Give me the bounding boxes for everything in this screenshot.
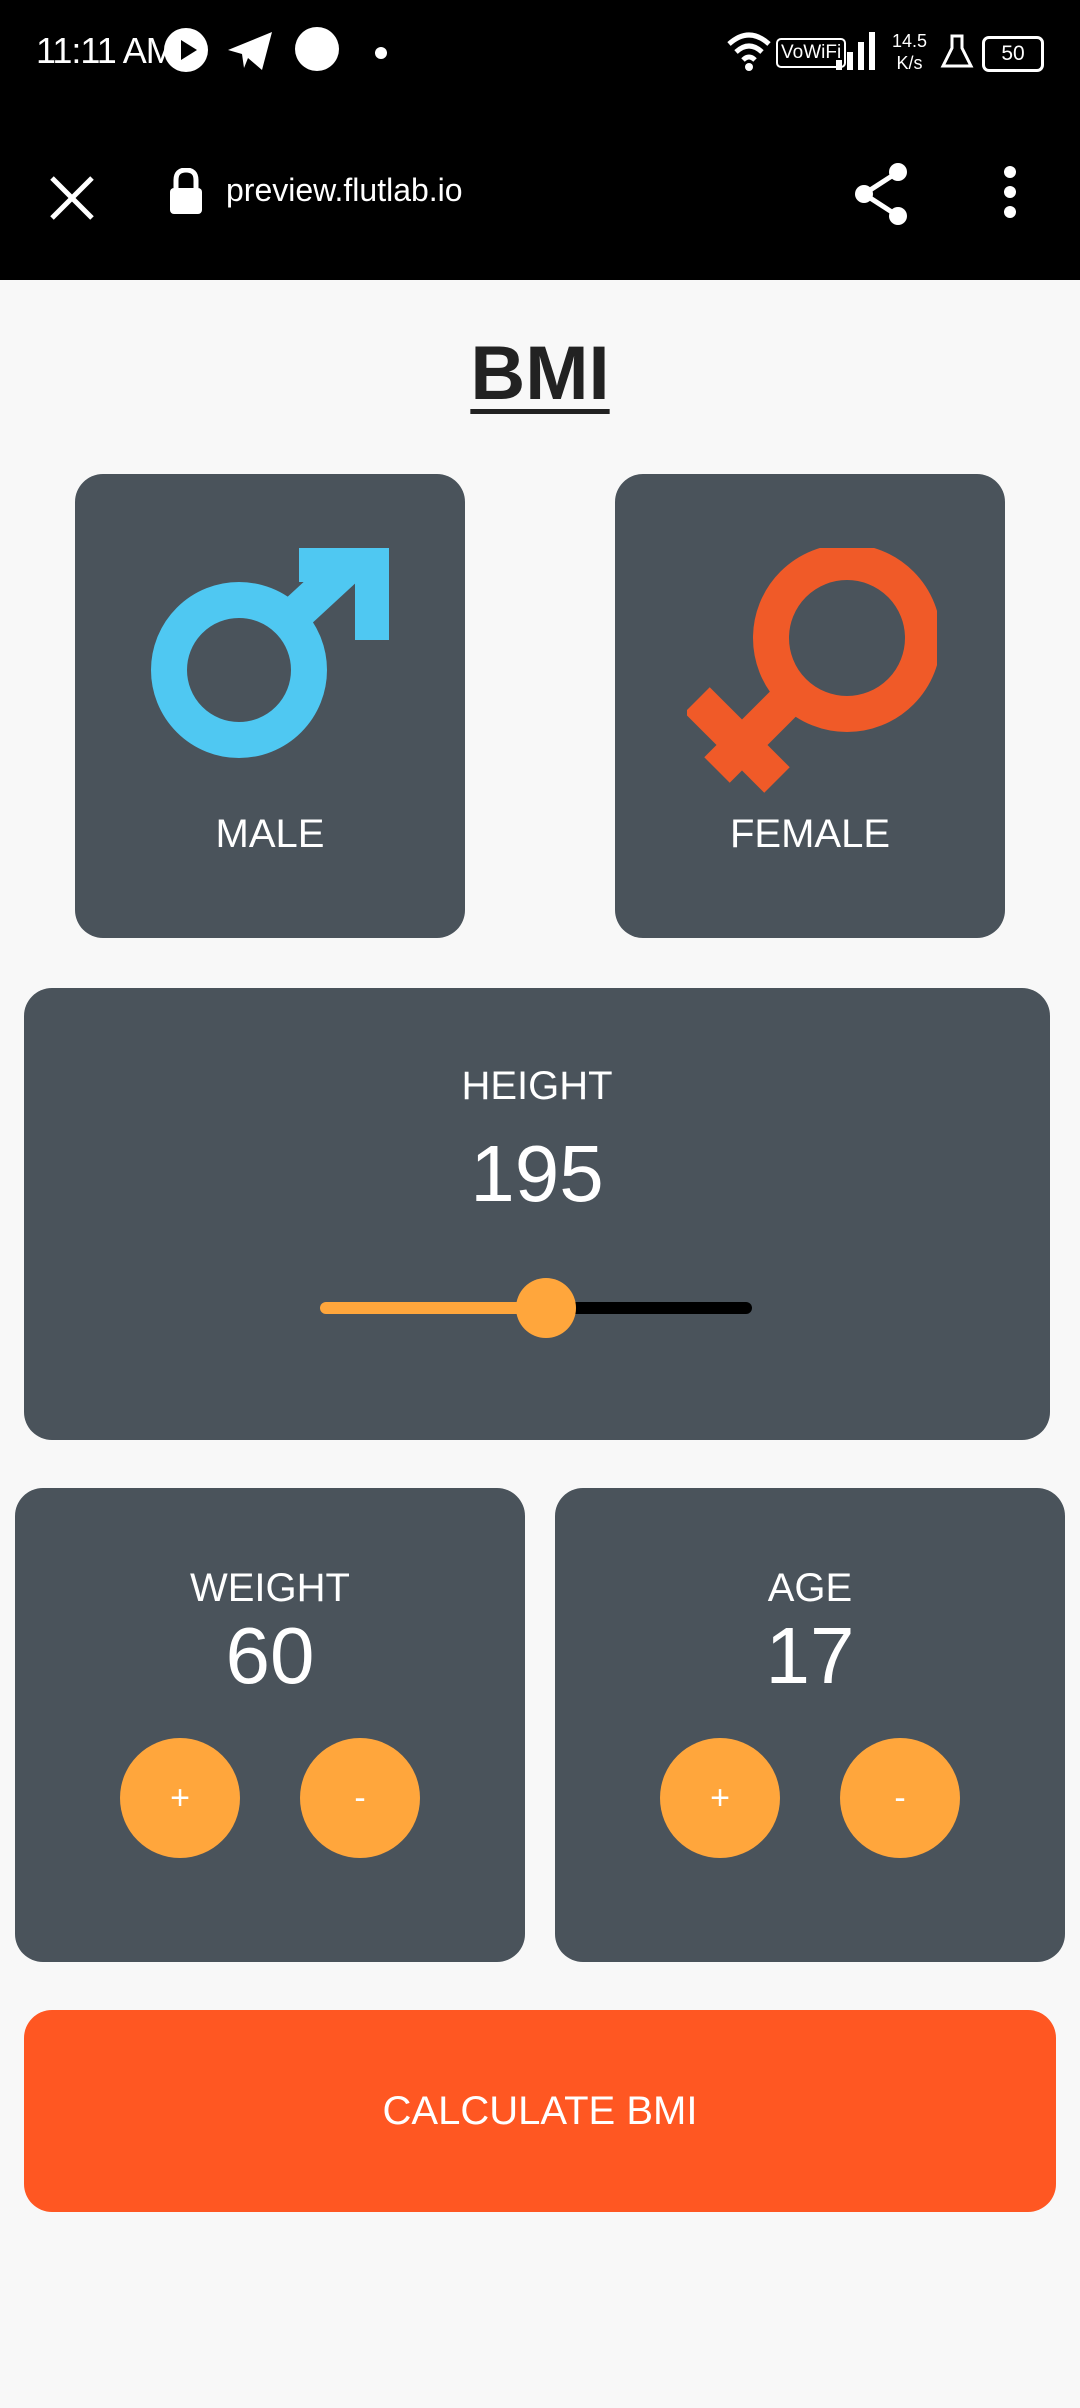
height-slider-thumb[interactable]	[516, 1278, 576, 1338]
height-card: HEIGHT 195	[24, 988, 1050, 1440]
page-title: BMI	[470, 331, 610, 416]
height-label: HEIGHT	[461, 1064, 613, 1108]
female-label: FEMALE	[729, 812, 891, 856]
weight-increment-button[interactable]: +	[120, 1738, 240, 1858]
battery-level: 50	[1001, 42, 1025, 65]
url-text[interactable]: preview.flutlab.io	[226, 172, 463, 209]
weight-value: 60	[225, 1611, 315, 1700]
male-icon	[149, 534, 399, 763]
weight-card: WEIGHT 60 + -	[15, 1488, 525, 1962]
height-slider[interactable]	[320, 1278, 752, 1338]
age-increment-button[interactable]: +	[660, 1738, 780, 1858]
browser-toolbar: preview.flutlab.io	[0, 110, 1080, 280]
calculate-bmi-button[interactable]: CALCULATE BMI	[24, 2010, 1056, 2212]
age-value: 17	[765, 1611, 855, 1700]
male-label: MALE	[215, 812, 325, 856]
share-icon[interactable]	[852, 162, 912, 231]
close-icon[interactable]	[44, 170, 100, 231]
signal-strength-icon	[834, 30, 876, 77]
age-plus-label: +	[710, 1778, 730, 1817]
network-speed-unit: K/s	[896, 53, 923, 73]
weight-plus-label: +	[170, 1778, 190, 1817]
network-speed-value: 14.5	[892, 31, 928, 51]
female-card[interactable]: FEMALE	[615, 474, 1005, 938]
status-time: 11:11 AM	[36, 30, 176, 71]
telegram-icon	[226, 30, 274, 77]
age-decrement-button[interactable]: -	[840, 1738, 960, 1858]
weight-minus-label: -	[354, 1778, 366, 1817]
more-options-icon[interactable]	[998, 164, 1022, 225]
app-notification-icon	[294, 26, 340, 77]
height-value: 195	[470, 1129, 604, 1218]
weight-decrement-button[interactable]: -	[300, 1738, 420, 1858]
calculate-bmi-label: CALCULATE BMI	[382, 2088, 698, 2133]
height-slider-active-track	[320, 1302, 544, 1314]
network-speed: 14.5 K/s	[892, 30, 927, 74]
flask-icon	[940, 34, 974, 75]
age-label: AGE	[767, 1566, 853, 1610]
age-card: AGE 17 + -	[555, 1488, 1065, 1962]
male-card[interactable]: MALE	[75, 474, 465, 938]
lock-icon	[168, 167, 204, 221]
play-icon	[162, 26, 210, 79]
weight-label: WEIGHT	[190, 1566, 350, 1610]
female-icon	[684, 544, 941, 803]
status-bar: 11:11 AM VoWiFi 14.5 K/s 50	[0, 0, 1080, 110]
battery-icon: 50	[982, 36, 1044, 72]
age-minus-label: -	[894, 1778, 906, 1817]
more-notifications-dot-icon	[374, 46, 388, 65]
wifi-icon	[726, 30, 772, 77]
